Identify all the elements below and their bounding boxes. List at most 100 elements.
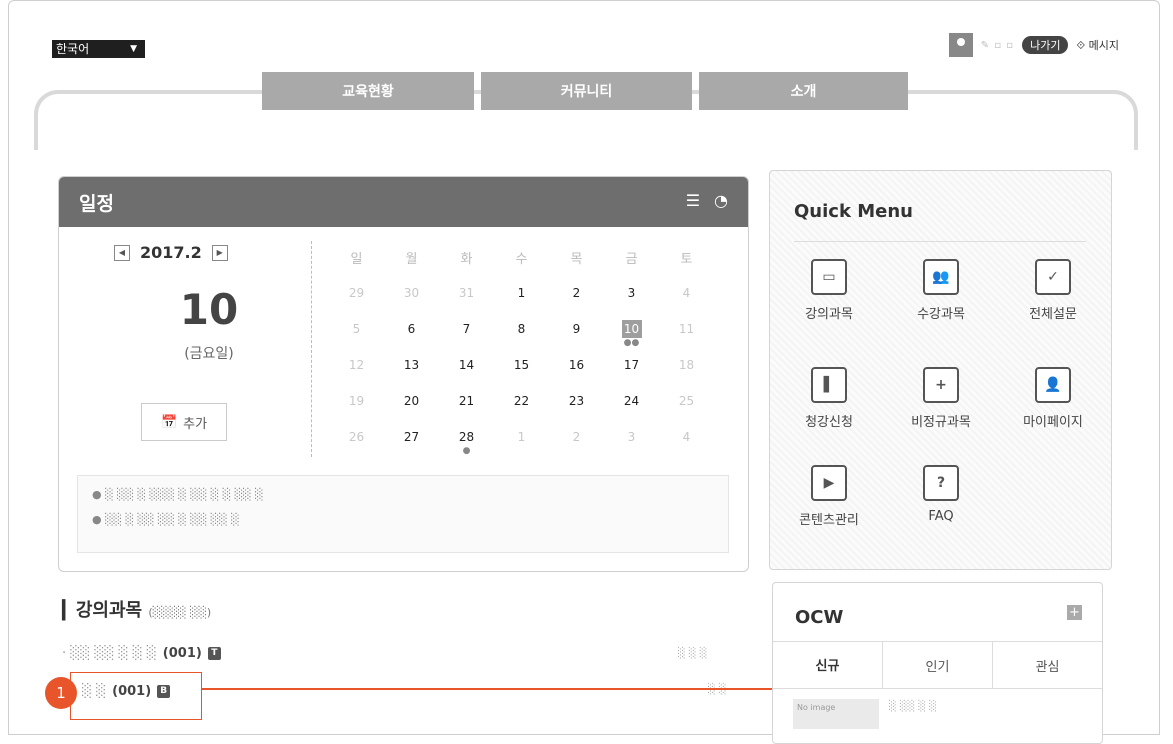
ocw-title: OCW xyxy=(795,607,844,628)
calendar-day[interactable]: 27 xyxy=(384,419,439,455)
lecture-title-text: 강의과목 xyxy=(75,600,143,621)
quick-menu-title: Quick Menu xyxy=(794,201,913,222)
event-item-obscured[interactable]: ● ░ ░░ ░ ░░░ ░ ░░ ░ ░ ░░ ░ xyxy=(92,488,728,501)
step-marker: 1 xyxy=(45,677,77,709)
calendar-day[interactable]: 1 xyxy=(494,419,549,455)
calendar-day[interactable]: 12 xyxy=(329,347,384,383)
calendar-day[interactable]: 13 xyxy=(384,347,439,383)
callout-line xyxy=(202,688,838,733)
add-event-button[interactable]: 📅 추가 xyxy=(141,403,227,441)
quick-item-label: 강의과목 xyxy=(805,307,853,322)
calendar-day[interactable]: 3 xyxy=(604,275,659,311)
quick-item-label: 수강과목 xyxy=(917,307,965,322)
calendar-day[interactable]: 8 xyxy=(494,311,549,347)
quick-item-label: 비정규과목 xyxy=(911,415,971,430)
calendar-day[interactable]: 21 xyxy=(439,383,494,419)
chevron-down-icon: ▼ xyxy=(130,44,137,54)
user-name-obscured: ✎ ▫ ▫ xyxy=(980,39,1015,51)
quick-item-audit[interactable]: ▌ 청강신청 xyxy=(773,367,885,430)
weekday-header: 월 xyxy=(405,251,418,267)
selected-day: 10 xyxy=(179,285,239,334)
list-icon[interactable]: ☰ xyxy=(686,191,700,210)
semester-obscured: (░░░░ ░░) xyxy=(148,606,212,619)
nav-item-about[interactable]: 소개 xyxy=(699,72,908,110)
calendar-day[interactable]: 22 xyxy=(494,383,549,419)
lecture-section-title: ▎강의과목 (░░░░ ░░) xyxy=(62,600,212,621)
lecture-row[interactable]: · ░░ ░░ ░ ░ ░ (001) T xyxy=(62,646,221,661)
calendar-day[interactable]: 1 xyxy=(494,275,549,311)
weekday-header: 토 xyxy=(680,251,693,267)
profile-card-icon: 👤 xyxy=(1035,367,1071,403)
calendar-day[interactable]: 19 xyxy=(329,383,384,419)
lecture-badge: B xyxy=(157,685,171,698)
quick-item-contents[interactable]: ▶ 콘텐츠관리 xyxy=(773,465,885,528)
lecture-row[interactable]: ░ ░ (001) B xyxy=(82,684,171,699)
calendar-day[interactable]: 25 xyxy=(659,383,714,419)
message-label: 메시지 xyxy=(1088,39,1119,52)
calendar-add-icon: 📅 xyxy=(160,414,178,430)
quick-item-lectures[interactable]: ▭ 강의과목 xyxy=(773,259,885,322)
language-select[interactable]: 한국어 ▼ xyxy=(52,40,145,58)
logout-button[interactable]: 나가기 xyxy=(1022,36,1069,54)
calendar-day[interactable]: 29 xyxy=(329,275,384,311)
next-month-button[interactable]: ▶ xyxy=(211,244,228,261)
avatar[interactable] xyxy=(948,33,973,57)
calendar-day-today[interactable]: 10 ●● xyxy=(604,311,659,348)
tab-popular[interactable]: 인기 xyxy=(882,642,992,688)
nav-item-community[interactable]: 커뮤니티 xyxy=(481,72,692,110)
tab-new[interactable]: 신규 xyxy=(773,642,882,688)
event-item-obscured[interactable]: ● ░░ ░ ░░ ░░ ░ ░░ ░░ ░ xyxy=(92,513,728,526)
calendar-day[interactable]: 2 xyxy=(549,419,604,455)
calendar-day[interactable]: 28 ● xyxy=(439,419,494,456)
play-gear-icon: ▶ xyxy=(811,465,847,501)
message-link[interactable]: ⟐ 메시지 xyxy=(1076,37,1119,53)
calendar-day[interactable]: 5 xyxy=(329,311,384,347)
plus-icon[interactable]: + xyxy=(1067,605,1082,620)
quick-item-surveys[interactable]: ✓ 전체설문 xyxy=(997,259,1109,322)
calendar-day[interactable]: 16 xyxy=(549,347,604,383)
quick-item-label: 콘텐츠관리 xyxy=(799,513,859,528)
calendar-day[interactable]: 15 xyxy=(494,347,549,383)
lecture-name-obscured: ░ ░ xyxy=(82,684,107,699)
event-dot: ●● xyxy=(623,338,640,348)
calendar-day[interactable]: 6 xyxy=(384,311,439,347)
current-month: 2017.2 xyxy=(140,243,202,262)
calendar-day[interactable]: 17 xyxy=(604,347,659,383)
calendar-day[interactable]: 4 xyxy=(659,275,714,311)
calendar-day[interactable]: 23 xyxy=(549,383,604,419)
calendar-day[interactable]: 4 xyxy=(659,419,714,455)
tab-favorite[interactable]: 관심 xyxy=(992,642,1102,688)
ocw-item-obscured[interactable]: ░ ░░ ░ ░ xyxy=(889,701,937,712)
quick-item-mypage[interactable]: 👤 마이페이지 xyxy=(997,367,1109,430)
bookmark-book-icon: ▌ xyxy=(811,367,847,403)
user-icon xyxy=(956,38,965,46)
event-list: ● ░ ░░ ░ ░░░ ░ ░░ ░ ░ ░░ ░ ● ░░ ░ ░░ ░░ … xyxy=(77,475,729,553)
calendar-day[interactable]: 26 xyxy=(329,419,384,455)
calendar-day[interactable]: 18 xyxy=(659,347,714,383)
calendar-day[interactable]: 11 xyxy=(659,311,714,347)
calendar-day[interactable]: 2 xyxy=(549,275,604,311)
calendar-day[interactable]: 14 xyxy=(439,347,494,383)
schedule-title: 일정 xyxy=(79,192,114,215)
quick-item-enrolled[interactable]: 👥 수강과목 xyxy=(885,259,997,322)
calendar-day[interactable]: 30 xyxy=(384,275,439,311)
quick-item-irregular[interactable]: + 비정규과목 xyxy=(885,367,997,430)
weekday-header: 일 xyxy=(350,251,363,267)
calendar-day[interactable]: 7 xyxy=(439,311,494,347)
message-icon: ⟐ xyxy=(1076,39,1089,52)
calendar-day[interactable]: 20 xyxy=(384,383,439,419)
prev-month-button[interactable]: ◀ xyxy=(114,244,130,261)
weekday-header: 수 xyxy=(515,251,528,267)
quick-item-faq[interactable]: ? FAQ xyxy=(885,465,997,524)
rss-icon[interactable]: ◔ xyxy=(714,191,728,210)
weekday-header: 화 xyxy=(460,251,473,267)
lecture-badge: T xyxy=(207,647,221,660)
calendar-day[interactable]: 31 xyxy=(439,275,494,311)
quick-item-label: 전체설문 xyxy=(1029,307,1077,322)
nav-item-education[interactable]: 교육현황 xyxy=(262,72,474,110)
calendar-day[interactable]: 3 xyxy=(604,419,659,455)
calendar-day[interactable]: 24 xyxy=(604,383,659,419)
calendar-day[interactable]: 9 xyxy=(549,311,604,347)
clipboard-check-icon: ✓ xyxy=(1035,259,1071,295)
thumbnail-placeholder[interactable]: No image xyxy=(793,699,879,729)
